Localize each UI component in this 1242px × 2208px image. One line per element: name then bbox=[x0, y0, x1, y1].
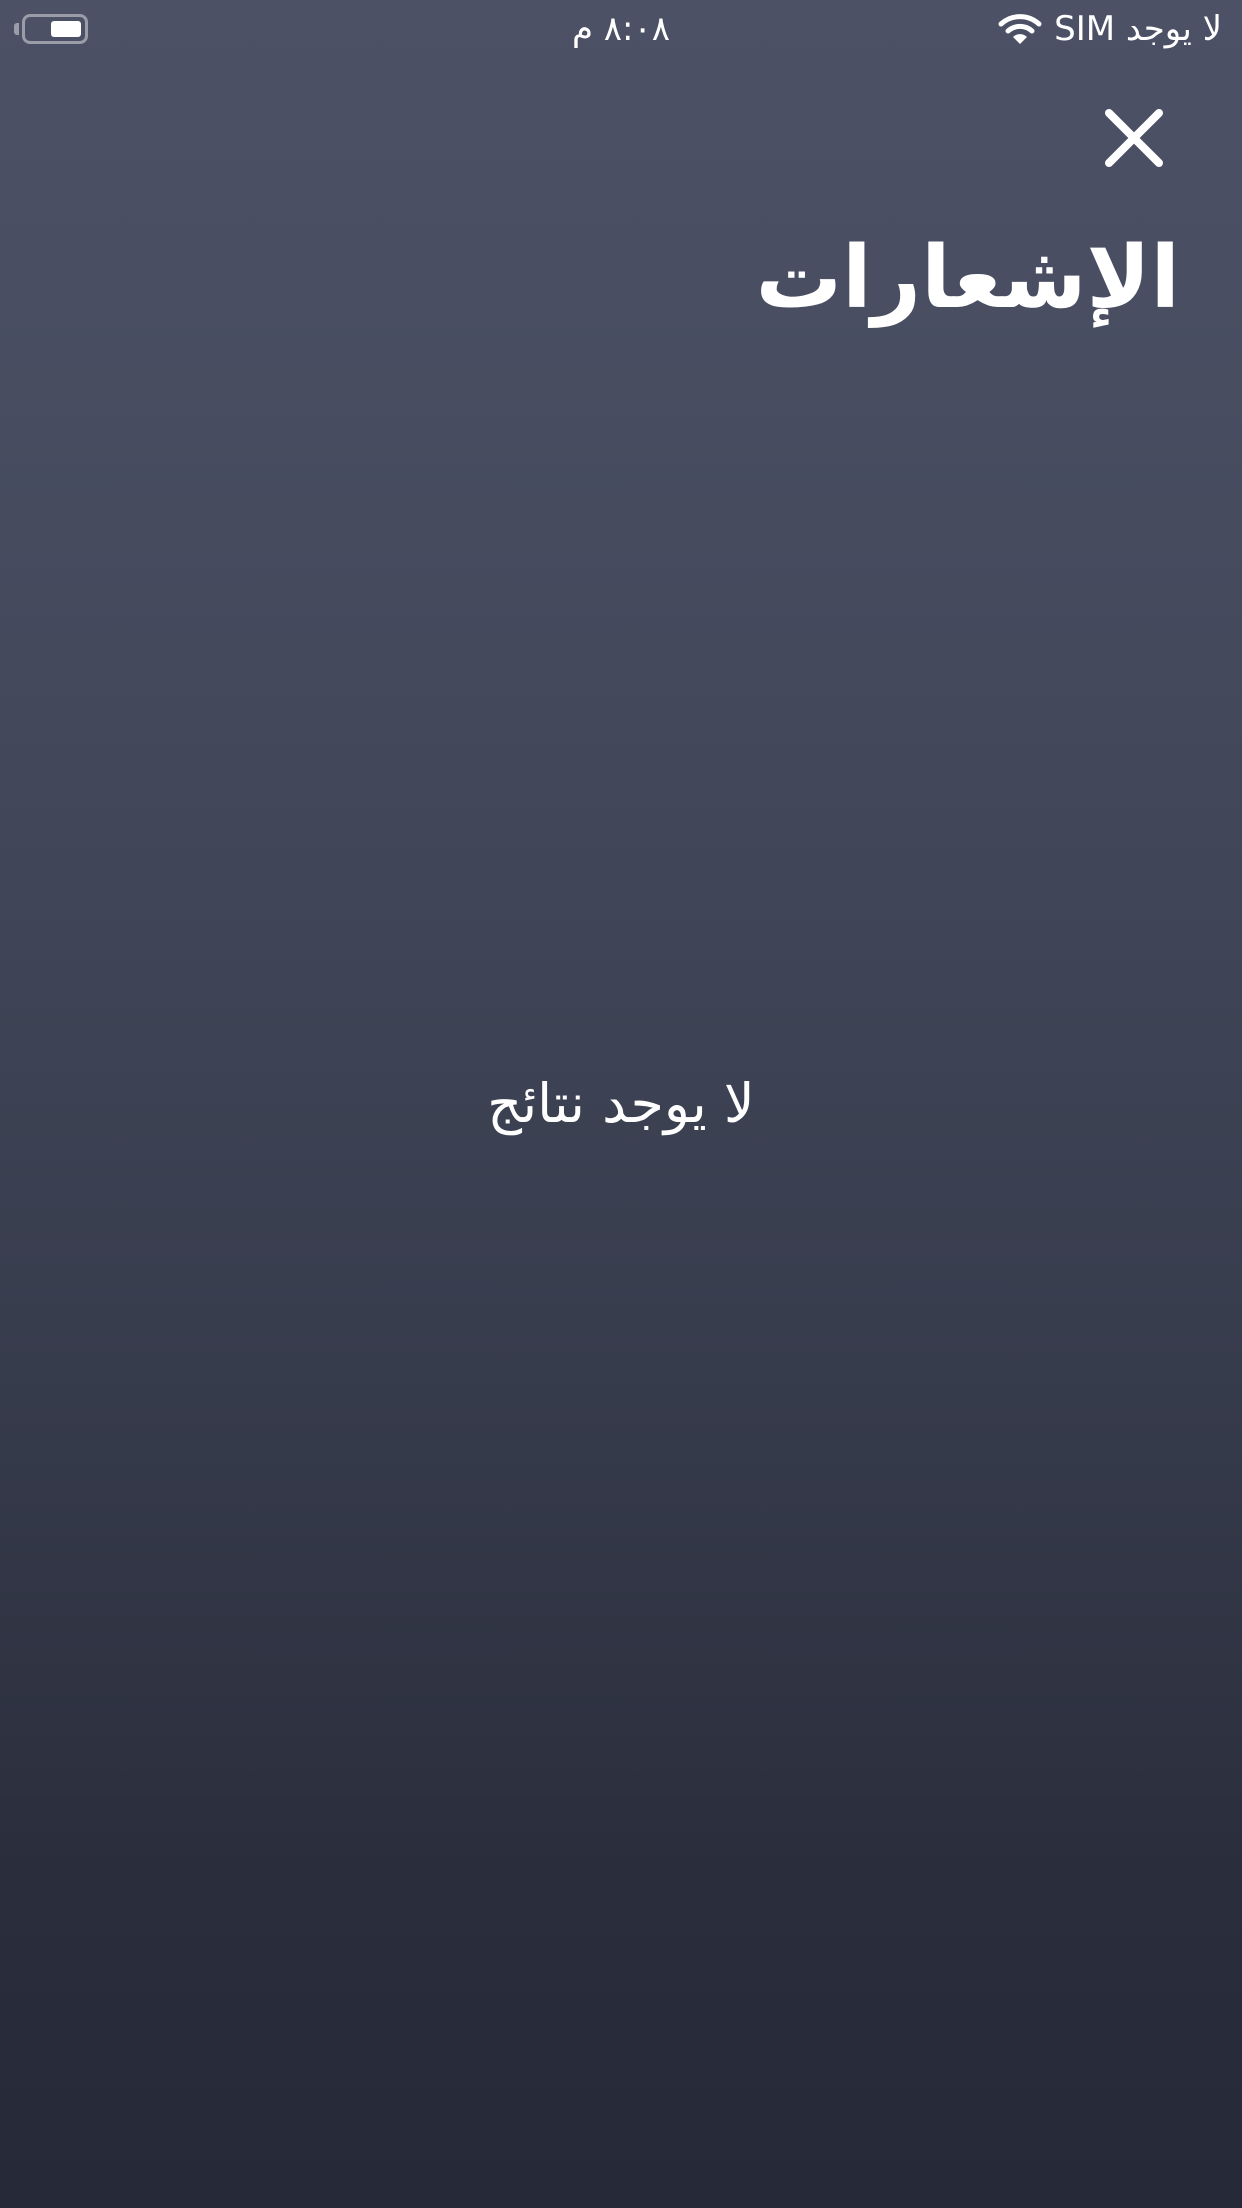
wifi-icon bbox=[998, 14, 1042, 44]
carrier-label: لا يوجد SIM bbox=[1054, 9, 1222, 49]
page-title: الإشعارات bbox=[755, 228, 1180, 328]
battery-icon bbox=[14, 12, 94, 48]
empty-state-message: لا يوجد نتائج bbox=[487, 1072, 755, 1135]
close-button[interactable] bbox=[1092, 96, 1176, 180]
status-time: ٨:٠٨ م bbox=[571, 9, 671, 49]
status-bar: ٨:٠٨ م لا يوجد SIM bbox=[0, 0, 1242, 60]
status-carrier-group: لا يوجد SIM bbox=[998, 6, 1222, 52]
close-icon bbox=[1105, 109, 1163, 167]
